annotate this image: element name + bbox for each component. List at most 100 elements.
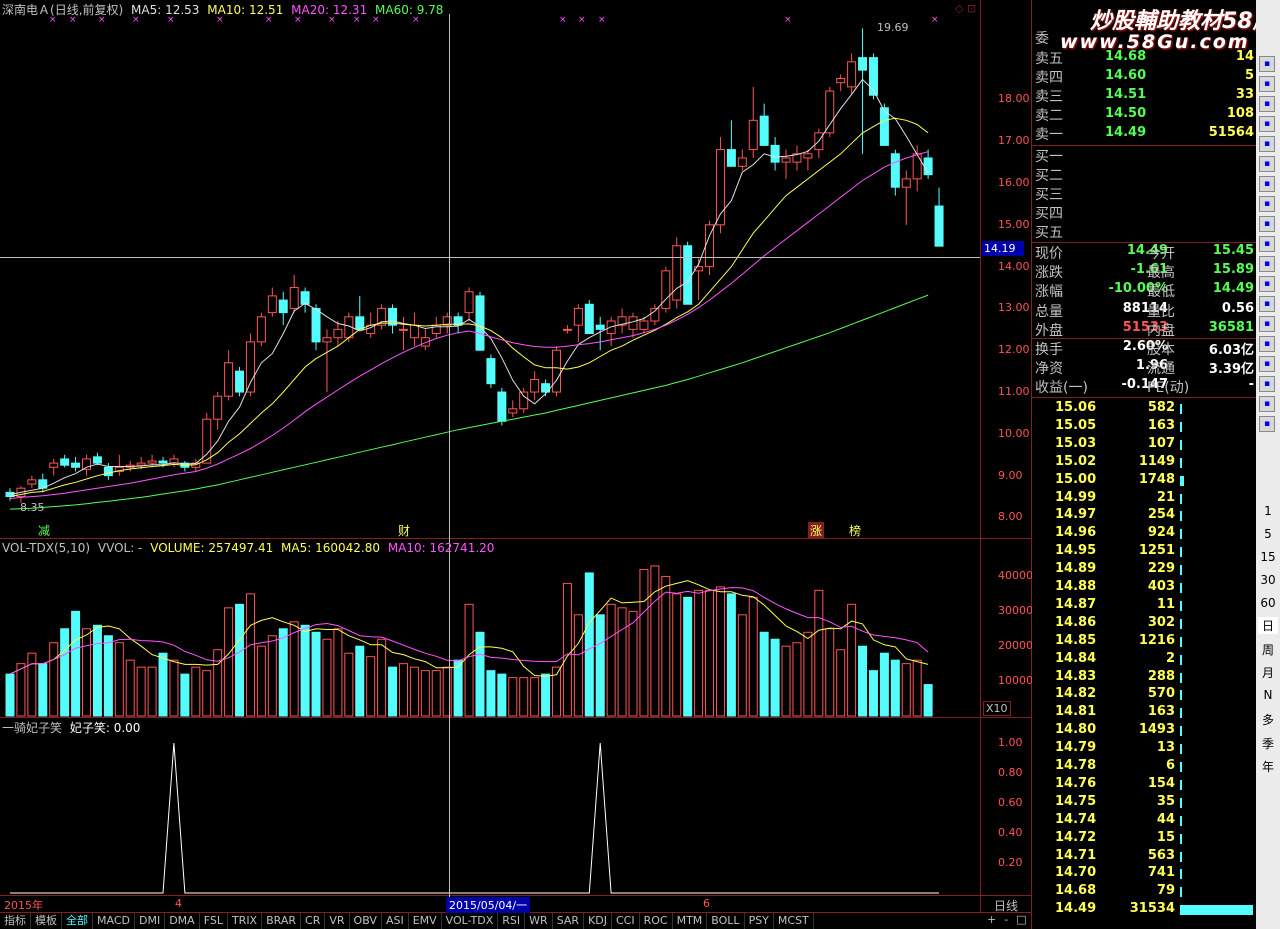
zoom-out-button[interactable]: - <box>1000 913 1012 926</box>
indicator-tab[interactable]: SAR <box>553 913 585 929</box>
doc-icon[interactable]: ▪ <box>1259 136 1275 152</box>
indicator-tab[interactable]: BOLL <box>707 913 745 929</box>
trend-icon[interactable]: ▪ <box>1259 96 1275 112</box>
ladder-price: 14.68 <box>1055 883 1097 899</box>
candle-body <box>289 287 299 309</box>
period-option[interactable]: 日 <box>1258 617 1278 634</box>
ladder-volume: 6 <box>1165 758 1175 773</box>
period-option[interactable]: 年 <box>1258 758 1278 775</box>
candle <box>584 300 594 335</box>
event-mark-bang[interactable]: 榜 <box>849 522 861 539</box>
news-icon[interactable]: ▪ <box>1259 156 1275 172</box>
indicator-tab[interactable]: EMV <box>409 913 442 929</box>
window-toggle-button[interactable]: □ <box>1012 913 1030 926</box>
minute-period-option[interactable]: 15 <box>1258 550 1278 564</box>
ladder-price: 14.86 <box>1055 614 1097 630</box>
table-icon[interactable]: ▪ <box>1259 196 1275 212</box>
indicator-tab[interactable]: VR <box>325 913 350 929</box>
grid-icon[interactable]: ▪ <box>1259 56 1275 72</box>
minute-period-option[interactable]: 5 <box>1258 527 1278 541</box>
indicator-tab[interactable]: ASI <box>382 913 409 929</box>
period-indicator[interactable]: 日线 <box>994 897 1018 914</box>
refresh-icon[interactable]: ▪ <box>1259 416 1275 432</box>
sell-price: 14.51 <box>1105 87 1147 102</box>
buy-label[interactable]: 买四 <box>1035 203 1063 223</box>
event-mark-zhang[interactable]: 涨 <box>808 522 825 539</box>
event-mark-cai[interactable]: 财 <box>398 522 410 539</box>
period-option[interactable]: 月 <box>1258 664 1278 681</box>
period-option[interactable]: 多 <box>1258 711 1278 728</box>
notes-icon[interactable]: ▪ <box>1259 216 1275 232</box>
panel-control-icon[interactable]: ◇ ⊡ <box>955 2 976 15</box>
ladder-bar <box>1180 905 1253 916</box>
period-option[interactable]: 周 <box>1258 641 1278 658</box>
indicator-tab[interactable]: OBV <box>350 913 382 929</box>
tick-icon[interactable]: ▪ <box>1259 256 1275 272</box>
indicator-tab[interactable]: RSI <box>498 913 526 929</box>
period-option[interactable]: N <box>1258 688 1278 702</box>
volume-bar <box>398 663 408 717</box>
zoom-in-button[interactable]: + <box>983 913 1000 926</box>
ladder-bar <box>1180 529 1182 540</box>
buy-label[interactable]: 买一 <box>1035 146 1063 166</box>
vvol-label: VVOL: - <box>97 541 143 555</box>
indicator-tab[interactable]: 全部 <box>62 913 93 929</box>
indicator-tab[interactable]: WR <box>525 913 553 929</box>
volume-bars <box>5 565 933 717</box>
ladder-bar <box>1180 439 1182 450</box>
minute-period-option[interactable]: 60 <box>1258 596 1278 610</box>
indicator-tab[interactable]: DMI <box>135 913 166 929</box>
info-icon[interactable]: ▪ <box>1259 116 1275 132</box>
ladder-volume: 44 <box>1156 811 1175 827</box>
buy-label[interactable]: 买二 <box>1035 165 1063 185</box>
volume-header: VOL-TDX(5,10) VVOL: - VOLUME: 257497.41 … <box>2 541 494 555</box>
f10-icon[interactable]: ▪ <box>1259 176 1275 192</box>
minute-period-option[interactable]: 1 <box>1258 504 1278 518</box>
indicator-tab[interactable]: MTM <box>673 913 708 929</box>
indicator-tab[interactable]: DMA <box>165 913 200 929</box>
chart-icon[interactable]: ▪ <box>1259 296 1275 312</box>
ladder-price: 14.78 <box>1055 758 1097 773</box>
ladder-row: 14.83 288 <box>1035 669 1255 687</box>
f5-icon[interactable]: ▪ <box>1259 396 1275 412</box>
ladder-price: 14.99 <box>1055 489 1097 505</box>
indicator-tab[interactable]: MCST <box>774 913 814 929</box>
flow-icon[interactable]: ▪ <box>1259 276 1275 292</box>
ladder-bar <box>1180 636 1182 647</box>
period-option[interactable]: 季 <box>1258 735 1278 752</box>
candle <box>486 354 496 388</box>
minute-period-option[interactable]: 30 <box>1258 573 1278 587</box>
event-marker: × <box>931 15 939 25</box>
event-marker: × <box>578 15 586 25</box>
event-mark-jian[interactable]: 减 <box>38 522 50 539</box>
indicator-tab[interactable]: BRAR <box>262 913 302 929</box>
candle <box>169 454 179 468</box>
rsi-icon[interactable]: ▪ <box>1259 316 1275 332</box>
wei-label: 委 <box>1035 31 1049 47</box>
alarm-icon[interactable]: ▪ <box>1259 336 1275 352</box>
move-icon[interactable]: ▪ <box>1259 356 1275 372</box>
indicator-tab[interactable]: FSL <box>200 913 228 929</box>
indicator-tab[interactable]: MACD <box>93 913 135 929</box>
volume-bar <box>737 614 747 717</box>
ladder-bar <box>1180 475 1184 486</box>
indicator-tab[interactable]: CR <box>301 913 326 929</box>
indicator-tab[interactable]: PSY <box>745 913 774 929</box>
candle <box>49 458 59 476</box>
indicator-tab[interactable]: 模板 <box>31 913 62 929</box>
edit-icon[interactable]: ▪ <box>1259 236 1275 252</box>
ladder-bar <box>1180 618 1182 629</box>
indicator-tab[interactable]: KDJ <box>584 913 612 929</box>
indicator-tab[interactable]: VOL-TDX <box>442 913 499 929</box>
indicator-tab[interactable]: ROC <box>640 913 673 929</box>
indicator-tab[interactable]: 指标 <box>0 913 31 929</box>
sell-label: 卖三 <box>1035 89 1063 105</box>
indicator-tab[interactable]: TRIX <box>228 913 263 929</box>
ladder-price: 14.75 <box>1055 793 1097 809</box>
pen-icon[interactable]: ▪ <box>1259 376 1275 392</box>
k-line-icon[interactable]: ▪ <box>1259 76 1275 92</box>
indicator-tab[interactable]: CCI <box>612 913 640 929</box>
volume-bar <box>562 582 572 717</box>
buy-label[interactable]: 买五 <box>1035 222 1063 242</box>
buy-label[interactable]: 买三 <box>1035 184 1063 204</box>
